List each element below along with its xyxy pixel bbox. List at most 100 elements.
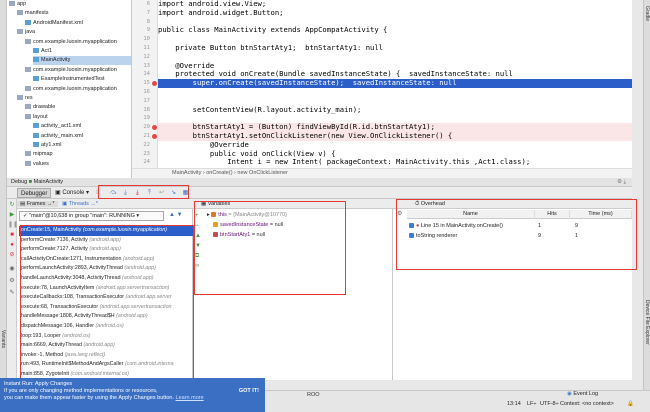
frame-item[interactable]: executeCallbacks:108, TransactionExecuto…	[19, 293, 193, 303]
code-line[interactable]: setContentView(R.layout.activity_main);	[158, 105, 632, 115]
variable-row[interactable]: savedInstanceState = null	[213, 221, 283, 230]
frame-item[interactable]: invoke:-1, Method (java.lang.reflect)	[19, 351, 193, 361]
run-to-cursor-icon[interactable]: ↘	[169, 189, 178, 197]
file-encoding[interactable]: UTF-8÷	[540, 401, 559, 407]
breakpoint-icon[interactable]	[152, 133, 157, 139]
tree-item[interactable]: com.example.luoxin.myapplication	[25, 66, 131, 75]
breadcrumb-item[interactable]: MainActivity	[172, 170, 201, 176]
frame-item[interactable]: handleLaunchActivity:3048, ActivityThrea…	[19, 274, 193, 284]
tree-item[interactable]: AndroidManifest.xml	[25, 19, 131, 28]
lock-icon[interactable]: 🔒	[627, 401, 634, 407]
frame-package: (com.android.internal.os)	[70, 371, 130, 377]
overhead-row-name[interactable]: toString renderer	[409, 231, 457, 241]
pause-icon[interactable]: ❚❚	[8, 221, 18, 229]
code-line[interactable]: public class MainActivity extends AppCom…	[158, 26, 632, 35]
col-name[interactable]: Name	[407, 210, 535, 219]
pin-icon[interactable]: ✎	[8, 289, 16, 297]
context-indicator[interactable]: Context: <no context>	[560, 401, 614, 407]
col-time[interactable]: Time (ms)	[570, 210, 632, 219]
overhead-tools-icon[interactable]: ⚙	[397, 210, 405, 219]
checkbox-icon[interactable]	[409, 223, 414, 229]
line-number: 9	[146, 27, 150, 34]
rerun-icon[interactable]: ↻	[8, 201, 16, 209]
frame-item[interactable]: run:493, RuntimeInit$MethodAndArgsCaller…	[19, 360, 193, 370]
build-variants-tab[interactable]: Variants	[0, 330, 6, 348]
tab-threads[interactable]: ▣ Threads →*	[59, 201, 101, 207]
mute-breakpoints-icon[interactable]: ⊘	[8, 251, 16, 259]
code-line[interactable]	[158, 88, 632, 97]
camera-icon[interactable]: ◉	[8, 265, 16, 273]
force-step-into-icon[interactable]: ⤓	[133, 189, 142, 197]
tree-item[interactable]: res	[17, 94, 131, 103]
tree-item[interactable]: aty1.xml	[33, 141, 131, 150]
variable-name: btnStartAty1	[220, 232, 251, 238]
code-line[interactable]: Intent i = new Intent( packageContext: M…	[158, 158, 632, 167]
frame-item[interactable]: dispatchMessage:106, Handler (android.os…	[19, 322, 193, 332]
breadcrumb-item[interactable]: new OnClickListener	[237, 170, 287, 176]
tab-debugger[interactable]: Debugger	[17, 188, 52, 198]
tree-item[interactable]: activity_act1.xml	[33, 122, 131, 131]
tree-item[interactable]: MainActivity	[33, 56, 131, 66]
tab-frames[interactable]: ▤ Frames →*	[17, 201, 58, 207]
frame-item[interactable]: loop:193, Looper (android.os)	[19, 332, 193, 342]
breadcrumb-item[interactable]: onCreate()	[206, 170, 232, 176]
step-out-icon[interactable]: ⤒	[145, 189, 154, 197]
variable-row[interactable]: btnStartAty1 = null	[213, 231, 265, 240]
tree-item[interactable]: ExampleInstrumentedTest	[33, 75, 131, 84]
settings-icon[interactable]: ⚙	[8, 277, 16, 285]
gradle-tab[interactable]: Gradle	[644, 6, 650, 21]
frame-item[interactable]: execute:78, LaunchActivityItem (android.…	[19, 284, 193, 294]
drop-frame-icon[interactable]: ↩	[157, 189, 166, 197]
tab-console[interactable]: ▣ Console ▾	[52, 188, 92, 198]
frame-item[interactable]: main:6669, ActivityThread (android.app)	[19, 341, 193, 351]
tree-item[interactable]: java	[17, 28, 131, 37]
checkbox-icon[interactable]	[409, 233, 414, 239]
overhead-row-name[interactable]: ● Line 15 in MainActivity.onCreate()	[409, 221, 503, 231]
stop-icon[interactable]: ■	[8, 231, 16, 239]
tree-item[interactable]: layout	[25, 113, 131, 122]
line-separator[interactable]: LF÷	[527, 401, 536, 407]
code-line[interactable]: private Button btnStartAty1; btnStartAty…	[158, 43, 632, 53]
tree-item[interactable]: values	[25, 160, 131, 169]
code-line[interactable]	[158, 53, 632, 62]
code-line[interactable]: super.onCreate(savedInstanceState); save…	[158, 78, 632, 88]
frame-item[interactable]: onCreate:15, MainActivity (com.example.l…	[19, 226, 193, 236]
frame-item[interactable]: handleMessage:1808, ActivityThread$H (an…	[19, 312, 193, 322]
tree-item[interactable]: activity_main.xml	[33, 132, 131, 141]
code-line[interactable]: import android.widget.Button;	[158, 8, 632, 18]
caret-position[interactable]: 13:14	[507, 401, 521, 407]
tree-item[interactable]: mipmap	[25, 150, 131, 159]
tree-item[interactable]: com.example.luoxin.myapplication	[25, 38, 131, 47]
tree-item[interactable]: app	[9, 0, 131, 9]
tree-item[interactable]: Act1	[33, 47, 131, 56]
resume-icon[interactable]: ▶	[8, 211, 16, 219]
variable-row[interactable]: ▸ this = {MainActivity@10770}	[207, 211, 287, 220]
tree-item[interactable]: manifests	[17, 9, 131, 18]
tree-item[interactable]: drawable	[25, 103, 131, 112]
step-over-icon[interactable]: ⤼	[109, 189, 118, 197]
settings-gear-icon[interactable]: ⚙ ⤓	[617, 178, 626, 187]
view-breakpoints-icon[interactable]: ●	[8, 241, 16, 249]
variable-name: this	[218, 212, 227, 218]
up-down-arrows-icon[interactable]: ▲ ▼	[169, 212, 183, 218]
event-log-button[interactable]: ◉ Event Log	[567, 391, 598, 397]
step-into-icon[interactable]: ⤓	[121, 189, 130, 197]
tree-item[interactable]: com.example.luoxin.myapplication	[25, 85, 131, 94]
got-it-button[interactable]: GOT IT!	[239, 388, 259, 395]
frame-item[interactable]: execute:68, TransactionExecutor (android…	[19, 303, 193, 313]
evaluate-expression-icon[interactable]: ▦	[181, 189, 190, 197]
code-editor[interactable]: import android.view.View; import android.…	[158, 0, 632, 168]
frame-item[interactable]: performCreate:7127, Activity (android.ap…	[19, 245, 193, 255]
device-file-explorer-tab[interactable]: Device File Explorer	[644, 300, 650, 345]
col-hits[interactable]: Hits	[535, 210, 570, 219]
learn-more-link[interactable]: Learn more	[176, 395, 204, 401]
add-watch-icon[interactable]: + − ▲ ▼ ⧉ ∞	[195, 211, 203, 271]
thread-selector[interactable]: ✓ "main"@10,638 in group "main": RUNNING…	[19, 211, 164, 221]
frame-item[interactable]: callActivityOnCreate:1271, Instrumentati…	[19, 255, 193, 265]
frame-item[interactable]: performLaunchActivity:2893, ActivityThre…	[19, 264, 193, 274]
debug-config-name[interactable]: MainActivity	[34, 179, 63, 185]
frame-item[interactable]: performCreate:7136, Activity (android.ap…	[19, 236, 193, 246]
breakpoint-icon[interactable]	[152, 124, 157, 130]
show-execution-point-icon[interactable]: ≡	[93, 189, 102, 197]
breakpoint-icon[interactable]	[152, 80, 157, 86]
